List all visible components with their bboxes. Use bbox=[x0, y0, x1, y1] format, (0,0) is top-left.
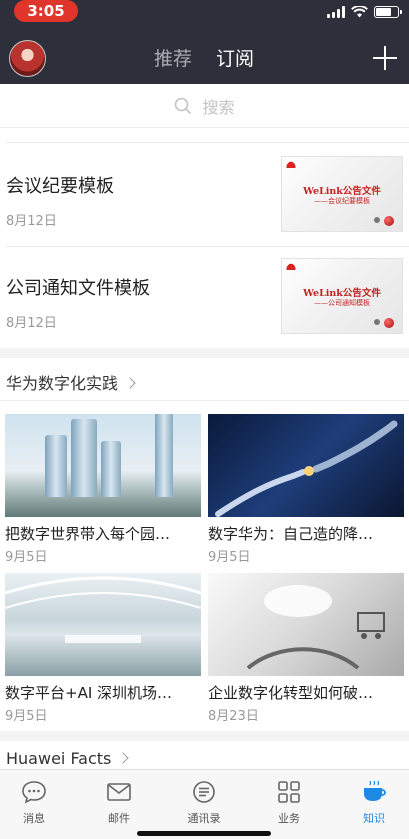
huawei-logo-icon bbox=[285, 262, 297, 270]
article-date: 9月5日 bbox=[5, 709, 48, 724]
tab-business[interactable]: 业务 bbox=[259, 780, 319, 826]
tab-recommend[interactable]: 推荐 bbox=[154, 47, 192, 71]
article-grid: 把数字世界带入每个园… 9月5日 数字华为：自己造的降… 9月5日 数字平台+A… bbox=[0, 401, 409, 731]
tab-label: 业务 bbox=[278, 812, 300, 825]
signal-icon bbox=[327, 6, 345, 18]
tab-label: 邮件 bbox=[108, 812, 130, 825]
document-title: 会议纪要模板 bbox=[6, 176, 114, 197]
home-indicator bbox=[137, 831, 271, 836]
tab-contacts[interactable]: 通讯录 bbox=[174, 780, 234, 826]
thumbnail-title: WeLink公告文件 bbox=[303, 288, 381, 299]
top-header: 3:05 推荐 订阅 bbox=[0, 0, 409, 84]
list-item[interactable]: 会议纪要模板 8月12日 WeLink公告文件 ——会议纪要模板 bbox=[0, 146, 409, 246]
chevron-right-icon bbox=[117, 752, 130, 764]
divider bbox=[6, 142, 409, 143]
thumbnail-title: WeLink公告文件 bbox=[303, 186, 381, 197]
article-title: 企业数字化转型如何破… bbox=[208, 684, 374, 702]
apps-icon bbox=[276, 780, 302, 804]
contacts-icon bbox=[191, 780, 217, 804]
article-image bbox=[5, 414, 201, 517]
battery-icon bbox=[374, 6, 402, 18]
bottom-tab-bar: 消息 邮件 通讯录 业务 知识 bbox=[0, 769, 409, 839]
status-icons bbox=[327, 5, 402, 19]
document-list: 会议纪要模板 8月12日 WeLink公告文件 ——会议纪要模板 公司通知文件模… bbox=[0, 128, 409, 348]
tab-subscribe[interactable]: 订阅 bbox=[216, 47, 254, 71]
document-thumbnail: WeLink公告文件 ——会议纪要模板 bbox=[281, 156, 403, 232]
article-title: 把数字世界带入每个园… bbox=[5, 525, 171, 543]
document-date: 8月12日 bbox=[6, 316, 57, 331]
tab-messages[interactable]: 消息 bbox=[4, 780, 64, 826]
document-title: 公司通知文件模板 bbox=[6, 278, 150, 299]
article-date: 9月5日 bbox=[5, 550, 48, 565]
article-card[interactable]: 把数字世界带入每个园… 9月5日 bbox=[5, 414, 201, 565]
article-image bbox=[208, 414, 404, 517]
section-title: Huawei Facts bbox=[6, 749, 112, 768]
avatar[interactable] bbox=[9, 40, 46, 77]
article-image bbox=[5, 573, 201, 676]
wifi-icon bbox=[351, 6, 368, 18]
article-title: 数字华为：自己造的降… bbox=[208, 525, 374, 543]
section-header[interactable]: 华为数字化实践 bbox=[0, 358, 409, 401]
article-card[interactable]: 数字平台+AI 深圳机场… 9月5日 bbox=[5, 573, 201, 724]
article-card[interactable]: 数字华为：自己造的降… 9月5日 bbox=[208, 414, 404, 565]
divider bbox=[6, 246, 409, 247]
tab-mail[interactable]: 邮件 bbox=[89, 780, 149, 826]
thumbnail-subtitle: ——会议纪要模板 bbox=[314, 197, 370, 205]
tab-knowledge[interactable]: 知识 bbox=[344, 780, 404, 826]
tab-label: 知识 bbox=[363, 812, 385, 825]
article-date: 9月5日 bbox=[208, 550, 251, 565]
article-card[interactable]: 企业数字化转型如何破… 8月23日 bbox=[208, 573, 404, 724]
section-title: 华为数字化实践 bbox=[6, 374, 119, 393]
mail-icon bbox=[106, 780, 132, 804]
message-icon bbox=[21, 780, 47, 804]
section-header-peek[interactable]: Huawei Facts bbox=[0, 741, 409, 769]
article-title: 数字平台+AI 深圳机场… bbox=[5, 684, 173, 702]
knowledge-cup-icon bbox=[361, 780, 387, 804]
document-thumbnail: WeLink公告文件 ——公司通知模板 bbox=[281, 258, 403, 334]
search-icon bbox=[175, 97, 192, 114]
tab-label: 消息 bbox=[23, 812, 45, 825]
document-date: 8月12日 bbox=[6, 214, 57, 229]
tab-label: 通讯录 bbox=[187, 812, 221, 825]
search-bar[interactable]: 搜索 bbox=[0, 84, 409, 128]
thumbnail-subtitle: ——公司通知模板 bbox=[314, 299, 370, 307]
status-time: 3:05 bbox=[14, 0, 78, 22]
search-placeholder: 搜索 bbox=[202, 97, 235, 117]
huawei-logo-icon bbox=[285, 160, 297, 168]
list-item[interactable]: 公司通知文件模板 8月12日 WeLink公告文件 ——公司通知模板 bbox=[0, 248, 409, 348]
chevron-right-icon bbox=[124, 377, 136, 389]
article-image bbox=[208, 573, 404, 676]
plus-icon[interactable] bbox=[373, 46, 397, 70]
article-date: 8月23日 bbox=[208, 709, 259, 724]
